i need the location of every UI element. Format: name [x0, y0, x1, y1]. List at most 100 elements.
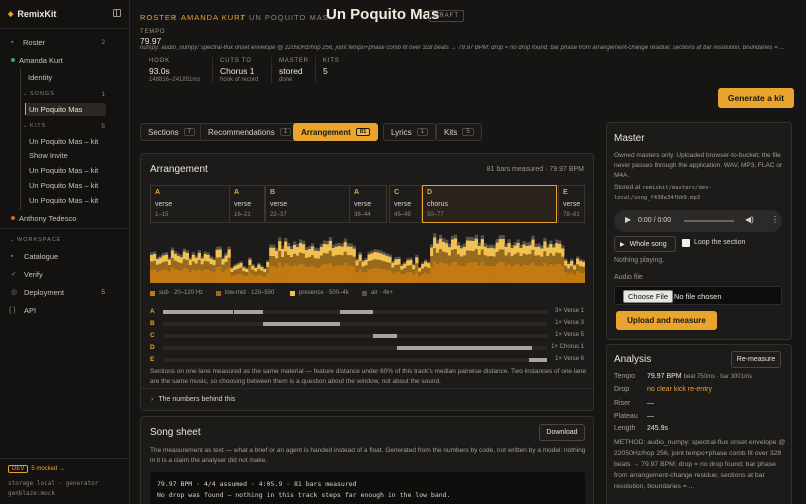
section-block-selected[interactable]: Dchorus 50–77	[422, 185, 557, 223]
energy-bar-segment	[430, 265, 434, 283]
file-input[interactable]: Choose File No file chosen	[614, 286, 782, 305]
upload-measure-button[interactable]: Upload and measure	[616, 311, 717, 330]
energy-bar-segment	[444, 243, 449, 253]
tempo-label: TEMPO	[140, 29, 166, 35]
disclosure-label: The numbers behind this	[158, 396, 236, 403]
breadcrumb-separator: /	[241, 13, 245, 22]
lane-label: C	[150, 332, 155, 339]
sidebar-item-label: Un Poquito Mas – kit	[29, 136, 99, 146]
tab-lyrics[interactable]: Lyrics 1	[383, 123, 436, 141]
section-block[interactable]: Bverse 22–37	[265, 185, 350, 223]
lane-instance[interactable]	[529, 358, 547, 362]
energy-bar-segment	[397, 271, 401, 283]
tab-sections[interactable]: Sections 7	[140, 123, 204, 141]
sidebar-item-roster[interactable]: ▪ Roster 2	[0, 35, 130, 49]
sidebar-item-verify[interactable]: ✓ Verify	[0, 267, 130, 281]
tab-kits[interactable]: Kits 5	[436, 123, 482, 141]
breadcrumb-artist[interactable]: AMANDA KURT	[181, 13, 246, 22]
numbers-disclosure[interactable]: › The numbers behind this	[151, 396, 235, 403]
breadcrumb-roster[interactable]: ROSTER	[140, 13, 177, 22]
energy-bar-segment	[394, 257, 398, 260]
sidebar-item-identity[interactable]: Identity	[0, 70, 130, 84]
energy-bar-segment	[537, 243, 541, 247]
energy-bar-segment	[516, 239, 520, 243]
energy-bar-segment	[415, 263, 419, 271]
energy-bar-segment	[200, 256, 204, 259]
lane-instance[interactable]	[163, 310, 233, 314]
sidebar-section-kits[interactable]: ⌄ KITS 5	[0, 119, 130, 133]
energy-bar-segment	[543, 262, 547, 283]
sidebar-collapse-icon[interactable]	[113, 9, 121, 17]
energy-bar-segment	[579, 272, 583, 283]
whole-song-button[interactable]: ▶ Whole song	[614, 236, 676, 252]
sidebar-item-kit[interactable]: Un Poquito Mas – kit	[0, 178, 130, 192]
seek-slider[interactable]	[684, 220, 734, 222]
energy-bar-segment	[209, 270, 213, 283]
energy-bar-segment	[233, 265, 237, 270]
lane-instance[interactable]	[373, 334, 397, 338]
energy-bar-segment	[161, 261, 166, 270]
energy-bar-segment	[439, 238, 443, 250]
lane-instance[interactable]	[234, 310, 263, 314]
section-block[interactable]: Cverse 45–49	[389, 185, 422, 223]
more-options-icon[interactable]: ⋮	[771, 215, 779, 224]
energy-bar-segment	[495, 242, 499, 253]
section-block[interactable]: Averse 38–44	[349, 185, 387, 223]
section-block[interactable]: Averse 1–15	[150, 185, 230, 223]
section-range: 38–44	[354, 212, 371, 218]
loop-checkbox[interactable]	[682, 239, 690, 247]
energy-bar-segment	[197, 250, 201, 253]
method-note: numpy: audio_numpy: spectral-flux onset …	[140, 45, 785, 51]
sidebar-item-kit[interactable]: Un Poquito Mas – kit	[0, 193, 130, 207]
energy-bar-segment	[319, 246, 324, 256]
energy-bar-segment	[436, 252, 440, 264]
energy-bar-segment	[358, 254, 362, 262]
energy-bar-segment	[424, 259, 428, 262]
generate-kit-button[interactable]: Generate a kit	[718, 88, 794, 108]
play-icon: ▶	[620, 241, 625, 248]
tab-recommendations[interactable]: Recommendations 1	[200, 123, 300, 141]
choose-file-button[interactable]: Choose File	[623, 290, 674, 303]
energy-bar-segment	[582, 272, 585, 283]
mocked-link[interactable]: 5 mocked →	[31, 466, 65, 472]
energy-bar-segment	[471, 237, 476, 241]
sidebar-item-artist[interactable]: Amanda Kurt	[0, 53, 130, 67]
sidebar-item-artist[interactable]: Anthony Tedesco	[0, 211, 130, 225]
energy-bar-segment	[304, 266, 309, 283]
lane-instance[interactable]	[263, 322, 340, 326]
sidebar-item-kit[interactable]: Un Poquito Mas – kit	[0, 163, 130, 177]
sidebar-item-catalogue[interactable]: ▪ Catalogue	[0, 249, 130, 263]
page-title: Un Poquito Mas	[326, 6, 440, 23]
energy-bar-segment	[298, 263, 303, 283]
energy-bar-segment	[197, 259, 201, 269]
sidebar-item-kit[interactable]: Show Invite	[0, 148, 130, 162]
remeasure-button[interactable]: Re-measure	[731, 351, 781, 368]
sidebar-item-song[interactable]: Un Poquito Mas	[0, 102, 130, 116]
energy-bar-segment	[352, 245, 356, 249]
section-block[interactable]: Averse 16–21	[229, 185, 265, 223]
app-brand[interactable]: ◆ RemixKit	[8, 9, 56, 19]
loop-label[interactable]: Loop the section	[694, 239, 745, 246]
energy-bar-segment	[224, 261, 228, 270]
sidebar-item-api[interactable]: { } API	[0, 303, 130, 317]
sidebar-section-workspace[interactable]: ⌄ WORKSPACE	[0, 233, 130, 247]
audio-file-label: Audio file	[614, 274, 643, 281]
energy-bar-segment	[150, 252, 154, 255]
play-icon[interactable]: ▶	[625, 215, 631, 224]
lane-instance[interactable]	[397, 346, 532, 350]
section-block[interactable]: Everse 78–81	[558, 185, 585, 223]
energy-bar-segment	[173, 260, 178, 269]
sidebar-section-songs[interactable]: ⌄ SONGS 1	[0, 87, 130, 101]
tab-arrangement[interactable]: Arrangement 81	[293, 123, 379, 141]
section-range: 16–21	[234, 212, 251, 218]
env-indicator[interactable]: DEV 5 mocked →	[8, 465, 65, 473]
energy-bar-segment	[218, 249, 222, 258]
download-button[interactable]: Download	[539, 424, 585, 441]
energy-bar-segment	[552, 265, 556, 283]
energy-bar-segment	[385, 269, 389, 283]
lane-instance[interactable]	[340, 310, 373, 314]
sidebar-item-deployment[interactable]: ◎ Deployment 5	[0, 285, 130, 299]
energy-bar-segment	[480, 249, 484, 262]
volume-icon[interactable]: ◀)	[745, 215, 754, 224]
sidebar-item-kit[interactable]: Un Poquito Mas – kit	[0, 134, 130, 148]
